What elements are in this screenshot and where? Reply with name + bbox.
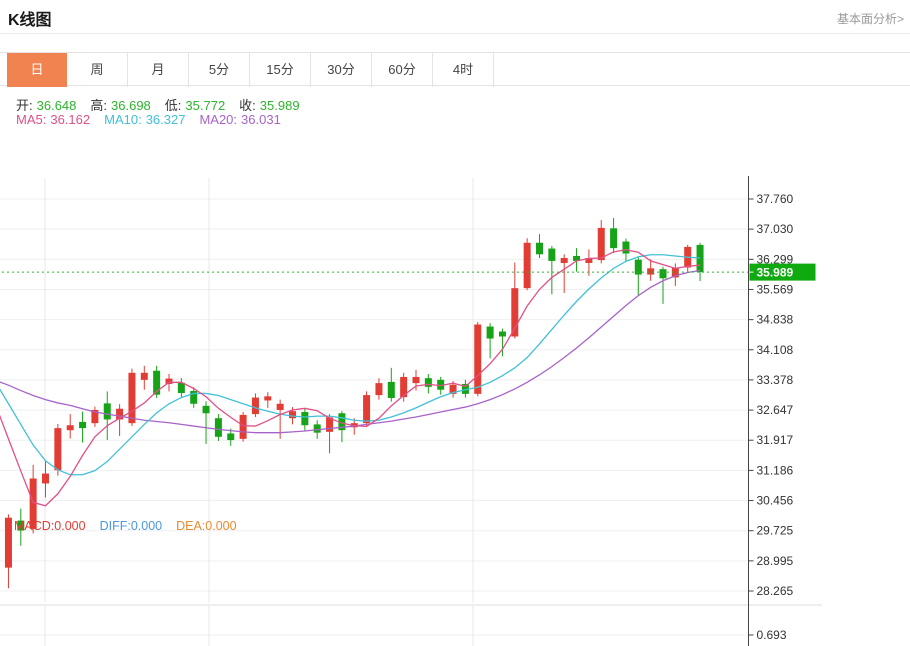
tab-15分[interactable]: 15分 <box>250 53 311 87</box>
tab-周[interactable]: 周 <box>67 53 128 87</box>
svg-text:37.030: 37.030 <box>757 222 794 236</box>
svg-text:37.760: 37.760 <box>757 192 794 206</box>
svg-text:35.569: 35.569 <box>757 282 794 296</box>
tab-60分[interactable]: 60分 <box>372 53 433 87</box>
ma-legend: MA5: 36.162 MA10: 36.327 MA20: 36.031 <box>16 111 289 128</box>
tab-4时[interactable]: 4时 <box>433 53 494 87</box>
page-title: K线图 <box>8 12 52 29</box>
svg-text:34.838: 34.838 <box>757 313 794 327</box>
ma5-label: MA5: <box>16 112 47 127</box>
svg-text:28.265: 28.265 <box>757 584 794 598</box>
tab-日[interactable]: 日 <box>7 53 67 87</box>
ma20-value: 36.031 <box>241 112 281 127</box>
svg-text:29.725: 29.725 <box>757 524 794 538</box>
ma5-value: 36.162 <box>50 112 91 127</box>
svg-text:33.378: 33.378 <box>757 373 794 387</box>
dea-label: DEA: <box>176 519 206 533</box>
kline-page: { "header": { "title": "K线图", "link": "基… <box>0 0 910 646</box>
macd-value: 0.000 <box>54 519 86 533</box>
diff-label: DIFF: <box>99 519 131 533</box>
kline-chart-svg[interactable]: 37.76037.03036.29935.56934.83834.10833.3… <box>0 88 910 646</box>
svg-text:32.647: 32.647 <box>757 403 794 417</box>
title-divider <box>0 33 910 34</box>
tab-5分[interactable]: 5分 <box>189 53 250 87</box>
macd-label: MACD: <box>14 519 55 533</box>
tab-月[interactable]: 月 <box>128 53 189 87</box>
kline-chart-area[interactable]: 37.760 37.030 36.299 35.569 34.838 34.108 33.3… <box>0 88 910 646</box>
svg-text:31.186: 31.186 <box>757 463 794 477</box>
svg-text:0.693: 0.693 <box>757 628 787 642</box>
macd-legend: MACD:0.000 DIFF:0.000 DEA:0.000 <box>14 519 237 533</box>
period-tab-bar: 日周月 5分 15分 30分 60分 4时 <box>0 52 910 87</box>
dea-value: 0.000 <box>205 519 237 533</box>
svg-text:28.995: 28.995 <box>757 554 794 568</box>
ma10-value: 36.327 <box>145 112 186 127</box>
tab-30分[interactable]: 30分 <box>311 53 372 87</box>
ma20-label: MA20: <box>199 112 238 127</box>
svg-text:31.917: 31.917 <box>757 433 794 447</box>
ma10-label: MA10: <box>104 112 142 127</box>
diff-value: 0.000 <box>130 519 163 533</box>
svg-text:35.989: 35.989 <box>757 266 794 280</box>
svg-text:30.456: 30.456 <box>757 494 794 508</box>
svg-text:34.108: 34.108 <box>757 343 794 357</box>
current-price-tag: 35.989 <box>749 263 816 281</box>
fundamental-analysis-link[interactable]: 基本面分析> <box>837 10 904 27</box>
